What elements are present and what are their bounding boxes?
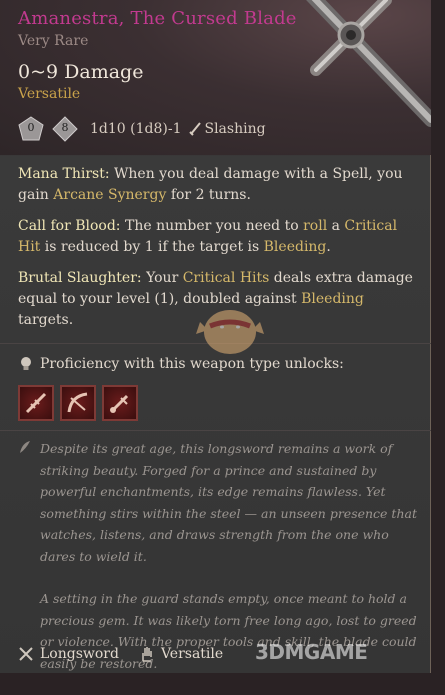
keyword-arcane-synergy[interactable]: Arcane Synergy: [53, 187, 166, 203]
item-name: Amanestra, The Cursed Blade: [18, 8, 297, 29]
quill-icon: [20, 441, 30, 453]
item-rarity: Very Rare: [18, 33, 89, 49]
tooltip-header: Amanestra, The Cursed Blade Very Rare 0~…: [0, 0, 431, 155]
damage-dice-row: 0 8 1d10 (1d8)-1 Slashing: [18, 115, 266, 143]
keyword-critical-hits[interactable]: Critical Hits: [183, 270, 270, 286]
damage-type: Slashing: [189, 121, 266, 137]
ability-call-for-blood[interactable]: Call for Blood: The number you need to r…: [18, 216, 418, 258]
pommel-strike-action-icon[interactable]: [102, 385, 138, 421]
watermark-mascot-icon: [196, 310, 264, 354]
cleave-action-icon[interactable]: [60, 385, 96, 421]
keyword-bleeding[interactable]: Bleeding: [264, 239, 327, 255]
weapon-property-footer: Versatile: [139, 646, 223, 662]
damage-range: 0~9 Damage: [18, 61, 144, 83]
weapon-property: Versatile: [18, 86, 81, 102]
d8-die-icon: 8: [52, 116, 78, 142]
keyword-bleeding[interactable]: Bleeding: [301, 291, 364, 307]
watermark-text: 3DMGAME: [255, 640, 368, 664]
d10-die-icon: 0: [18, 116, 44, 142]
divider: [0, 430, 431, 431]
crossed-swords-icon: [19, 647, 33, 661]
damage-formula: 1d10 (1d8)-1: [90, 121, 182, 137]
lightbulb-icon: [21, 357, 31, 370]
lore-paragraph: Despite its great age, this longsword re…: [40, 441, 417, 564]
slashing-icon: [189, 122, 202, 136]
weapon-type: Longsword: [18, 646, 119, 662]
hand-icon: [142, 647, 152, 662]
sword-image: [306, 0, 431, 127]
item-footer: Longsword Versatile: [18, 646, 237, 662]
keyword-roll[interactable]: roll: [303, 218, 327, 234]
lacerate-action-icon[interactable]: [18, 385, 54, 421]
ability-mana-thirst[interactable]: Mana Thirst: When you deal damage with a…: [18, 164, 418, 206]
proficiency-header: Proficiency with this weapon type unlock…: [18, 356, 344, 372]
item-tooltip: Amanestra, The Cursed Blade Very Rare 0~…: [0, 0, 431, 673]
weapon-actions: [18, 385, 138, 421]
